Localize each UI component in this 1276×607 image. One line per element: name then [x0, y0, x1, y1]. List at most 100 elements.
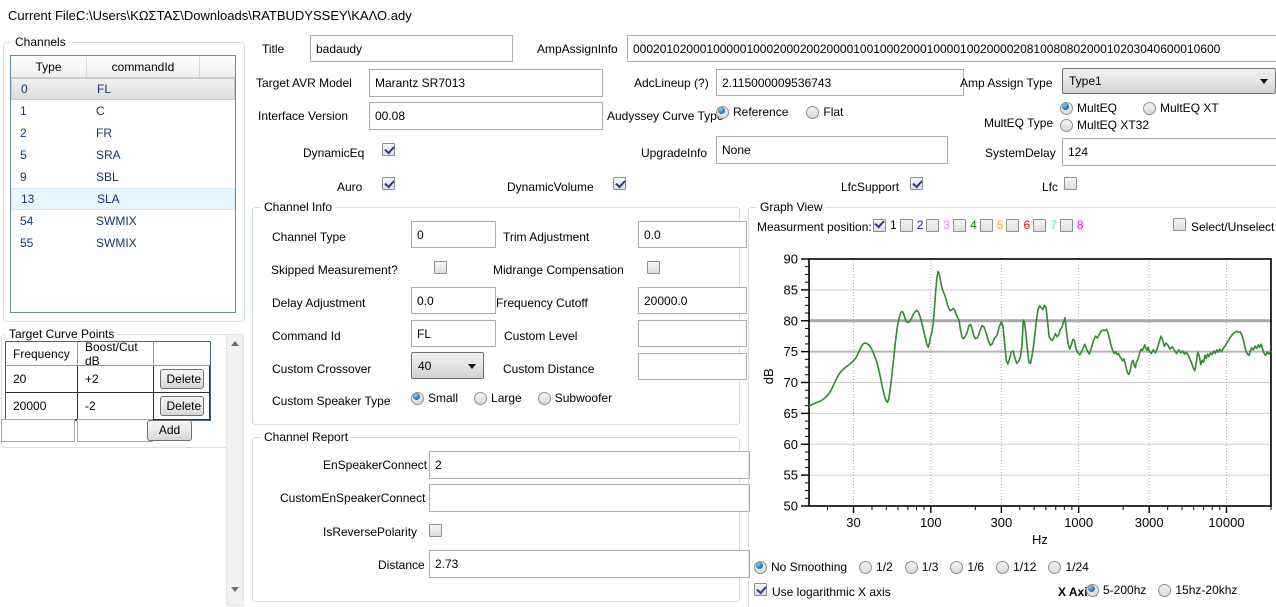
channel-row[interactable]: 5 SRA [11, 144, 235, 166]
custom-en-speaker-connect-input[interactable] [429, 484, 750, 512]
smoothing-radio[interactable] [859, 560, 873, 574]
position-5-checkbox[interactable] [979, 218, 993, 232]
midrange-compensation-checkbox[interactable] [647, 261, 660, 274]
skipped-measurement-checkbox[interactable] [434, 261, 447, 274]
custom-speaker-type-radio[interactable] [411, 391, 424, 405]
x-axis-options: 5-200hz 15hz-20khz [1086, 583, 1237, 597]
multeq-type-option[interactable]: MultEQ XT [1143, 101, 1219, 115]
add-point-button[interactable]: Add [147, 420, 192, 441]
curve-point-row: 20 +2 Delete [6, 366, 210, 393]
curve-boost-cell[interactable]: +2 [78, 366, 154, 393]
amp-assign-type-combobox[interactable]: Type1 [1062, 68, 1276, 94]
custom-level-input[interactable] [638, 320, 747, 347]
auro-checkbox[interactable] [382, 177, 395, 190]
channel-type-input[interactable]: 0 [411, 221, 496, 248]
custom-speaker-type-option[interactable]: Small [411, 391, 458, 405]
custom-speaker-type-radio[interactable] [474, 391, 488, 405]
curve-point-row: 20000 -2 Delete [6, 393, 210, 420]
multeq-type-option-label: MultEQ XT [1160, 101, 1219, 115]
adc-lineup-input[interactable]: 2.115000009536743 [716, 69, 964, 96]
delay-adjustment-input[interactable]: 0.0 [411, 287, 496, 314]
graph-view-group-label: Graph View [757, 200, 826, 214]
smoothing-option[interactable]: 1/3 [904, 560, 938, 574]
trim-adjustment-input[interactable]: 0.0 [638, 221, 747, 248]
scroll-down-button[interactable] [227, 581, 243, 597]
audyssey-curve-type-option[interactable]: Flat [806, 105, 843, 119]
channel-row[interactable]: 9 SBL [11, 166, 235, 188]
curve-frequency-cell[interactable]: 20 [6, 366, 78, 393]
column-header-commandid[interactable]: commandId [87, 56, 200, 77]
position-3-checkbox[interactable] [926, 218, 940, 232]
frequency-cutoff-input[interactable]: 20000.0 [638, 287, 747, 314]
custom-distance-input[interactable] [638, 353, 747, 380]
smoothing-option[interactable]: 1/24 [1048, 560, 1089, 574]
smoothing-option[interactable]: 1/2 [859, 560, 893, 574]
vertical-scrollbar[interactable] [226, 334, 244, 606]
upgrade-info-input[interactable]: None [716, 136, 948, 164]
channel-row[interactable]: 2 FR [11, 122, 235, 144]
position-6-checkbox[interactable] [1006, 218, 1020, 232]
column-header-type[interactable]: Type [11, 56, 87, 77]
target-avr-model-input[interactable]: Marantz SR7013 [369, 69, 603, 97]
multeq-type-radio[interactable] [1143, 101, 1157, 115]
channel-row[interactable]: 1C [11, 100, 235, 122]
en-speaker-connect-input[interactable]: 2 [429, 451, 750, 479]
amp-assign-info-input[interactable]: 0002010200010000010002000200200001001000… [627, 35, 1276, 62]
curve-boost-cell[interactable]: -2 [78, 393, 154, 420]
x-axis-range-radio[interactable] [1158, 583, 1172, 597]
audyssey-curve-type-option[interactable]: Reference [716, 105, 788, 119]
channel-row[interactable]: 54 SWMIX [11, 210, 235, 232]
multeq-type-option[interactable]: MultEQ XT32 [1060, 118, 1149, 132]
select-unselect-checkbox[interactable] [1173, 218, 1186, 231]
lfc-checkbox[interactable] [1064, 177, 1077, 190]
position-4-checkbox[interactable] [953, 218, 967, 232]
channel-commandid-cell: FL [97, 82, 112, 96]
custom-crossover-combobox[interactable]: 40 [411, 352, 484, 379]
delete-point-button[interactable]: Delete [159, 396, 204, 416]
channel-row[interactable]: 0 FL [11, 78, 235, 100]
channel-type-cell: 2 [20, 126, 27, 140]
smoothing-option[interactable]: No Smoothing [754, 560, 847, 574]
multeq-type-radio[interactable] [1060, 118, 1073, 132]
curve-frequency-cell[interactable]: 20000 [6, 393, 78, 420]
dynamic-volume-checkbox[interactable] [613, 177, 626, 190]
channel-row[interactable]: 13 SLA [11, 188, 235, 210]
lfc-support-checkbox[interactable] [910, 177, 923, 190]
midrange-compensation-label: Midrange Compensation [493, 263, 624, 277]
channel-info-group: Channel Info Channel Type 0 Trim Adjustm… [252, 200, 747, 425]
smoothing-radio[interactable] [904, 560, 918, 574]
target-avr-model-label: Target AVR Model [256, 76, 352, 90]
position-7-checkbox[interactable] [1033, 218, 1047, 232]
channel-row[interactable]: 55 SWMIX [11, 232, 235, 254]
x-axis-range-option[interactable]: 5-200hz [1086, 583, 1146, 597]
audyssey-curve-type-radio[interactable] [806, 105, 820, 119]
custom-speaker-type-option[interactable]: Large [474, 391, 522, 405]
custom-speaker-type-option[interactable]: Subwoofer [537, 391, 612, 405]
tc-header-boost[interactable]: Boost/Cut dB [78, 340, 154, 368]
system-delay-input[interactable]: 124 [1062, 138, 1276, 166]
use-log-x-checkbox[interactable] [754, 583, 767, 596]
smoothing-option[interactable]: 1/6 [950, 560, 984, 574]
new-frequency-input[interactable] [1, 419, 75, 442]
smoothing-radio[interactable] [1048, 560, 1062, 574]
dynamic-eq-checkbox[interactable] [382, 143, 395, 156]
smoothing-radio[interactable] [996, 560, 1010, 574]
smoothing-option[interactable]: 1/12 [996, 560, 1036, 574]
x-axis-range-option[interactable]: 15hz-20khz [1158, 583, 1237, 597]
position-8-checkbox[interactable] [1059, 218, 1073, 232]
title-input[interactable]: badaudy [310, 35, 513, 62]
custom-speaker-type-radio[interactable] [537, 391, 551, 405]
interface-version-input[interactable]: 00.08 [369, 102, 603, 130]
position-6-label: 6 [1023, 218, 1031, 232]
command-id-input[interactable]: FL [411, 320, 496, 347]
tc-header-frequency[interactable]: Frequency [6, 342, 78, 366]
dynamic-volume-label: DynamicVolume [507, 180, 594, 194]
channels-grid[interactable]: Type commandId 0 FL 1 C 2 FR 5 SRA 9 SBL 13 SLA 54 SW… [10, 55, 236, 313]
position-2-checkbox[interactable] [899, 218, 913, 232]
delete-point-button[interactable]: Delete [159, 369, 204, 389]
new-boost-input[interactable] [77, 419, 153, 442]
is-reverse-polarity-checkbox[interactable] [429, 524, 442, 537]
scroll-up-button[interactable] [227, 335, 243, 351]
distance-input[interactable]: 2.73 [429, 550, 750, 578]
smoothing-radio[interactable] [950, 560, 964, 574]
